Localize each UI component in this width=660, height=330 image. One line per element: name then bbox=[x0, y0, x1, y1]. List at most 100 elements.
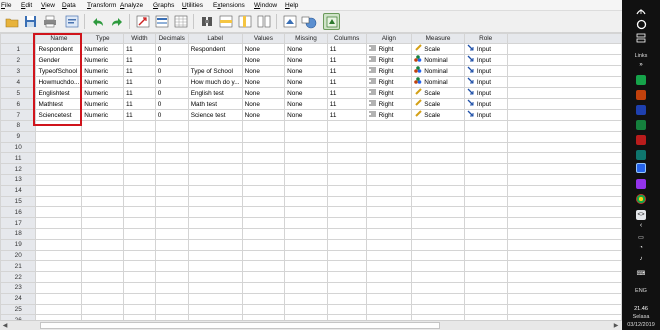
cortana-icon[interactable] bbox=[622, 19, 660, 32]
empty-cell[interactable] bbox=[284, 141, 328, 154]
empty-cell[interactable] bbox=[506, 163, 622, 175]
cell-align[interactable]: Right bbox=[365, 65, 413, 77]
empty-cell[interactable] bbox=[122, 303, 156, 316]
table-row[interactable]: 17 bbox=[0, 217, 622, 229]
menu-edit[interactable]: Edit bbox=[21, 1, 32, 10]
cell-role[interactable]: Input bbox=[463, 109, 508, 121]
empty-cell[interactable] bbox=[506, 271, 622, 283]
table-row[interactable]: 15 bbox=[0, 195, 622, 208]
empty-cell[interactable] bbox=[35, 130, 83, 143]
empty-cell[interactable] bbox=[326, 303, 367, 316]
cell-type[interactable]: Numeric bbox=[81, 76, 124, 88]
empty-cell[interactable] bbox=[463, 141, 508, 154]
empty-cell[interactable] bbox=[35, 249, 83, 262]
empty-cell[interactable] bbox=[463, 184, 508, 197]
column-header-role[interactable]: Role bbox=[463, 33, 508, 44]
cell-align[interactable]: Right bbox=[365, 43, 413, 55]
app-icon-green[interactable] bbox=[636, 75, 646, 85]
empty-cell[interactable] bbox=[463, 238, 508, 251]
cell-type[interactable]: Numeric bbox=[81, 98, 124, 110]
empty-cell[interactable] bbox=[326, 152, 367, 165]
cell-name[interactable]: TypeofSchool bbox=[35, 65, 83, 77]
menu-file[interactable]: File bbox=[1, 1, 12, 10]
cell-name[interactable]: Howmuchdo... bbox=[35, 76, 83, 88]
empty-cell[interactable] bbox=[463, 217, 508, 229]
empty-cell[interactable] bbox=[411, 141, 465, 154]
table-row[interactable]: 10 bbox=[0, 141, 622, 154]
keyboard-icon[interactable]: ⌨ bbox=[622, 270, 660, 277]
empty-cell[interactable] bbox=[81, 130, 124, 143]
value-labels-icon[interactable] bbox=[300, 13, 317, 30]
empty-cell[interactable] bbox=[81, 227, 124, 240]
empty-cell[interactable] bbox=[122, 141, 156, 154]
empty-cell[interactable] bbox=[81, 238, 124, 251]
empty-cell[interactable] bbox=[187, 217, 243, 229]
empty-cell[interactable] bbox=[506, 152, 622, 165]
save-icon[interactable] bbox=[22, 13, 39, 30]
empty-cell[interactable] bbox=[241, 195, 286, 208]
empty-cell[interactable] bbox=[122, 217, 156, 229]
empty-cell[interactable] bbox=[81, 249, 124, 262]
empty-cell[interactable] bbox=[463, 260, 508, 273]
empty-cell[interactable] bbox=[122, 120, 156, 132]
column-header-missing[interactable]: Missing bbox=[284, 33, 328, 44]
empty-cell[interactable] bbox=[284, 184, 328, 197]
empty-cell[interactable] bbox=[326, 292, 367, 305]
excel-icon[interactable] bbox=[636, 120, 646, 130]
cell-missing[interactable]: None bbox=[284, 87, 328, 99]
cell-width[interactable]: 11 bbox=[122, 76, 156, 88]
empty-cell[interactable] bbox=[241, 271, 286, 283]
empty-cell[interactable] bbox=[506, 173, 622, 186]
table-row[interactable]: 19 bbox=[0, 238, 622, 251]
cell-decimals[interactable]: 0 bbox=[154, 87, 189, 99]
cell-label[interactable]: English test bbox=[187, 87, 243, 99]
empty-cell[interactable] bbox=[35, 173, 83, 186]
table-row[interactable]: 22 bbox=[0, 271, 622, 283]
empty-cell[interactable] bbox=[122, 152, 156, 165]
empty-cell[interactable] bbox=[411, 130, 465, 143]
empty-cell[interactable] bbox=[365, 303, 413, 316]
cell-decimals[interactable]: 0 bbox=[154, 65, 189, 77]
cell-label[interactable] bbox=[187, 54, 243, 66]
cell-label[interactable]: Science test bbox=[187, 109, 243, 121]
word-icon[interactable] bbox=[636, 105, 646, 115]
empty-cell[interactable] bbox=[187, 120, 243, 132]
empty-cell[interactable] bbox=[463, 163, 508, 175]
empty-cell[interactable] bbox=[284, 217, 328, 229]
empty-cell[interactable] bbox=[411, 281, 465, 294]
empty-cell[interactable] bbox=[365, 130, 413, 143]
cell-values[interactable]: None bbox=[241, 65, 286, 77]
empty-cell[interactable] bbox=[35, 260, 83, 273]
cell-measure[interactable]: Scale bbox=[411, 109, 465, 121]
empty-cell[interactable] bbox=[187, 260, 243, 273]
row-number[interactable]: 6 bbox=[0, 98, 37, 110]
empty-cell[interactable] bbox=[284, 173, 328, 186]
empty-cell[interactable] bbox=[506, 281, 622, 294]
empty-cell[interactable] bbox=[365, 292, 413, 305]
empty-cell[interactable] bbox=[463, 206, 508, 219]
cell-label[interactable]: How much do y... bbox=[187, 76, 243, 88]
empty-cell[interactable] bbox=[35, 303, 83, 316]
cell-role[interactable]: Input bbox=[463, 65, 508, 77]
chrome-icon[interactable] bbox=[636, 194, 646, 204]
empty-cell[interactable] bbox=[35, 184, 83, 197]
empty-cell[interactable] bbox=[365, 238, 413, 251]
empty-cell[interactable] bbox=[506, 217, 622, 229]
empty-cell[interactable] bbox=[241, 249, 286, 262]
empty-cell[interactable] bbox=[411, 152, 465, 165]
cell-missing[interactable]: None bbox=[284, 76, 328, 88]
row-number[interactable]: 25 bbox=[0, 303, 37, 316]
empty-cell[interactable] bbox=[35, 292, 83, 305]
cell-name[interactable]: Mathtest bbox=[35, 98, 83, 110]
empty-cell[interactable] bbox=[284, 163, 328, 175]
undo-icon[interactable] bbox=[89, 13, 106, 30]
cell-values[interactable]: None bbox=[241, 76, 286, 88]
menu-view[interactable]: View bbox=[41, 1, 55, 10]
empty-cell[interactable] bbox=[506, 227, 622, 240]
empty-cell[interactable] bbox=[187, 130, 243, 143]
empty-cell[interactable] bbox=[187, 206, 243, 219]
cell-align[interactable]: Right bbox=[365, 109, 413, 121]
empty-cell[interactable] bbox=[187, 271, 243, 283]
empty-cell[interactable] bbox=[284, 292, 328, 305]
menu-extensions[interactable]: Extensions bbox=[213, 1, 245, 10]
